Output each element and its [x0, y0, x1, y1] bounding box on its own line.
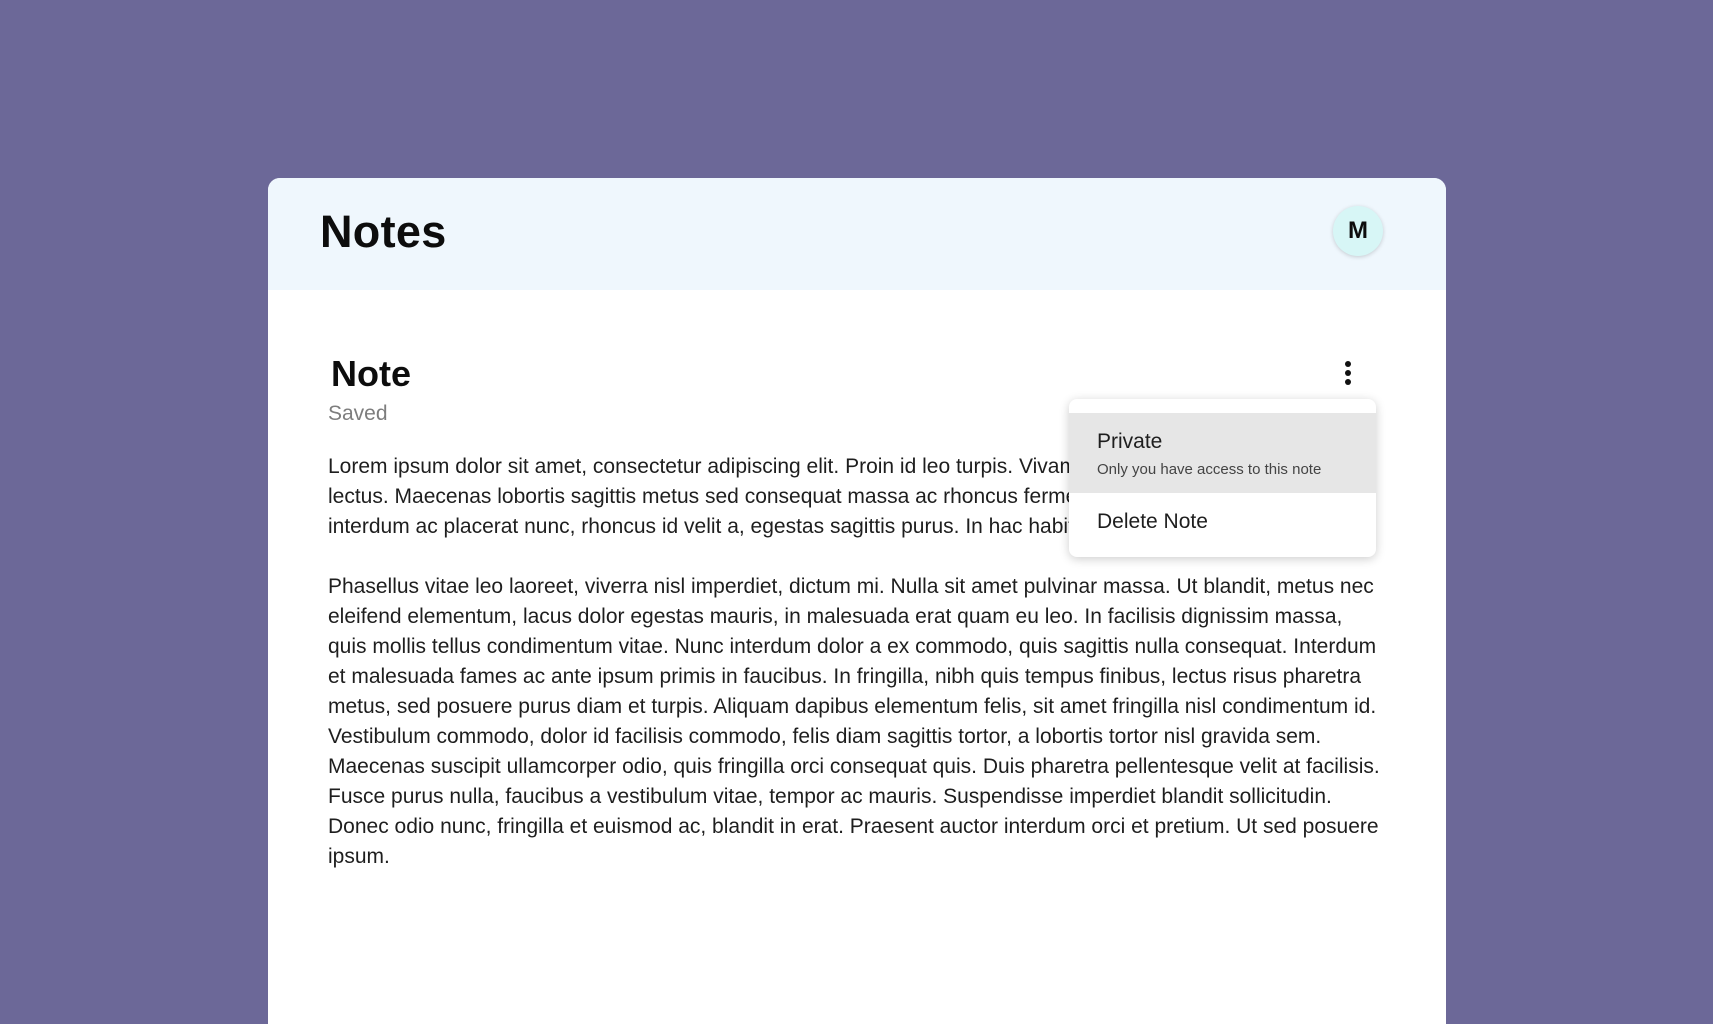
menu-dot [1345, 370, 1351, 376]
menu-item-private[interactable]: Private Only you have access to this not… [1069, 413, 1376, 493]
menu-item-delete-note[interactable]: Delete Note [1069, 493, 1376, 543]
user-avatar[interactable]: M [1333, 206, 1383, 256]
menu-item-label: Private [1097, 430, 1163, 453]
kebab-menu-icon[interactable] [1338, 358, 1358, 388]
note-title[interactable]: Note [331, 354, 1386, 394]
menu-dot [1345, 361, 1351, 367]
app-title: Notes [320, 206, 447, 257]
app-header: Notes M [268, 178, 1446, 290]
notes-card: Notes M Note Saved Lorem ipsum dolor sit… [268, 178, 1446, 1024]
note-paragraph[interactable]: Phasellus vitae leo laoreet, viverra nis… [328, 572, 1386, 872]
note-options-menu: Private Only you have access to this not… [1069, 399, 1376, 557]
menu-item-description: Only you have access to this note [1097, 461, 1322, 478]
menu-dot [1345, 379, 1351, 385]
